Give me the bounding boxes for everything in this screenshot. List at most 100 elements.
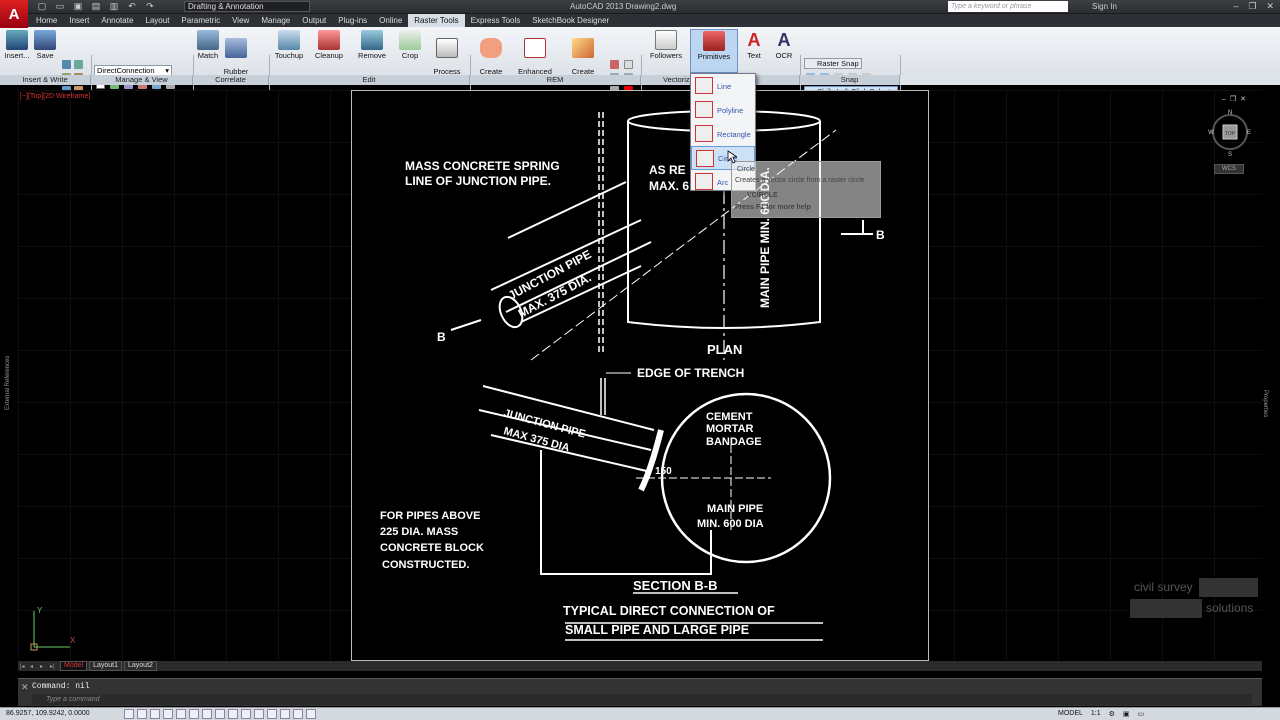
tooltip-help: Press F1 for more help xyxy=(735,204,811,211)
tab-home[interactable]: Home xyxy=(30,14,63,27)
tab-raster-tools[interactable]: Raster Tools xyxy=(408,14,465,27)
save-button[interactable]: Save xyxy=(32,30,58,60)
lock-icon[interactable]: ▣ xyxy=(1123,710,1130,718)
plot-icon[interactable]: ▥ xyxy=(108,1,120,12)
command-input[interactable]: Type a command xyxy=(32,694,1252,705)
tab-view[interactable]: View xyxy=(226,14,255,27)
first-layout-icon[interactable]: |◂ xyxy=(20,663,28,670)
tab-output[interactable]: Output xyxy=(296,14,332,27)
viewcube[interactable]: TOP N S E W xyxy=(1208,108,1252,158)
primitives-icon xyxy=(703,31,725,51)
polar-tracking-icon[interactable] xyxy=(176,709,186,719)
crop-icon xyxy=(399,30,421,50)
primitive-item-line[interactable]: Line xyxy=(691,74,755,98)
panel-snap[interactable]: Snap xyxy=(800,75,900,85)
close-icon[interactable]: ✕ xyxy=(1266,1,1274,12)
panel-insert-write[interactable]: Insert & Write xyxy=(0,75,91,85)
tab-insert[interactable]: Insert xyxy=(63,14,95,27)
panel-edit[interactable]: Edit xyxy=(269,75,470,85)
minimize-icon[interactable]: – xyxy=(1233,1,1238,12)
tab-online[interactable]: Online xyxy=(373,14,408,27)
ocr-button[interactable]: A OCR xyxy=(772,30,796,60)
touchup-label: Touchup xyxy=(274,51,304,60)
tooltip-description: Creates a vector circle from a raster ci… xyxy=(735,177,865,184)
open-icon[interactable]: ▭ xyxy=(54,1,66,12)
grid-display-icon[interactable] xyxy=(150,709,160,719)
primitive-item-polyline[interactable]: Polyline xyxy=(691,98,755,122)
label-pipes-above-3: CONCRETE BLOCK xyxy=(380,542,484,554)
coordinates-readout[interactable]: 86.9257, 109.9242, 0.0000 xyxy=(6,710,90,717)
app-title: AutoCAD 2013 Drawing2.dwg xyxy=(570,2,677,11)
ortho-mode-icon[interactable] xyxy=(163,709,173,719)
rem-copy-icon[interactable] xyxy=(624,60,633,69)
restore-icon[interactable]: ❐ xyxy=(1248,1,1256,12)
quick-properties-icon[interactable] xyxy=(280,709,290,719)
new-icon[interactable]: ▢ xyxy=(36,1,48,12)
save-icon[interactable]: ▣ xyxy=(72,1,84,12)
save-as-icon[interactable]: ▤ xyxy=(90,1,102,12)
annotation-monitor-icon[interactable] xyxy=(306,709,316,719)
dynamic-ucs-icon[interactable] xyxy=(228,709,238,719)
tab-manage[interactable]: Manage xyxy=(255,14,296,27)
snap-mode-icon[interactable] xyxy=(137,709,147,719)
3d-object-snap-icon[interactable] xyxy=(202,709,212,719)
panel-manage-view[interactable]: Manage & View xyxy=(91,75,193,85)
prev-layout-icon[interactable]: ◂ xyxy=(30,663,38,670)
tab-express-tools[interactable]: Express Tools xyxy=(465,14,527,27)
dynamic-input-icon[interactable] xyxy=(241,709,251,719)
panel-correlate[interactable]: Correlate xyxy=(193,75,269,85)
search-input[interactable]: Type a keyword or phrase xyxy=(948,1,1068,12)
properties-palette[interactable]: Properties xyxy=(1262,90,1278,660)
insert-button[interactable]: Insert... xyxy=(4,30,30,60)
workspace-selector[interactable]: Drafting & Annotation xyxy=(184,1,310,12)
clean-screen-icon[interactable]: ▭ xyxy=(1138,710,1145,718)
next-layout-icon[interactable]: ▸ xyxy=(40,663,48,670)
tab-parametric[interactable]: Parametric xyxy=(175,14,226,27)
external-references-palette[interactable]: External References xyxy=(3,90,15,660)
match-button[interactable]: Match xyxy=(196,30,220,60)
viewport-window-controls[interactable]: –❐✕ xyxy=(1222,95,1250,103)
infer-constraints-icon[interactable] xyxy=(124,709,134,719)
followers-button[interactable]: Followers xyxy=(648,30,684,60)
model-space-button[interactable]: MODEL xyxy=(1058,710,1083,718)
layout-tab-model[interactable]: Model xyxy=(60,661,88,671)
sign-in-link[interactable]: Sign In xyxy=(1092,2,1117,11)
touchup-button[interactable]: Touchup xyxy=(272,30,306,60)
primitives-label: Primitives xyxy=(697,52,731,61)
image-edit-icon[interactable] xyxy=(74,60,83,69)
primitives-button[interactable]: Primitives xyxy=(690,29,738,73)
last-layout-icon[interactable]: ▸| xyxy=(50,663,58,670)
tab-layout[interactable]: Layout xyxy=(139,14,175,27)
tab-plug-ins[interactable]: Plug-ins xyxy=(332,14,373,27)
remove-button[interactable]: Remove xyxy=(355,30,389,60)
crop-button[interactable]: Crop xyxy=(396,30,424,60)
tab-sketchbook-designer[interactable]: SketchBook Designer xyxy=(526,14,615,27)
panel-rem[interactable]: REM xyxy=(470,75,641,85)
transparency-toggle-icon[interactable] xyxy=(267,709,277,719)
lineweight-icon[interactable] xyxy=(254,709,264,719)
concrete-block-outline xyxy=(540,450,712,575)
rem-erase-icon[interactable] xyxy=(610,60,619,69)
close-icon[interactable]: ✕ xyxy=(21,682,29,693)
tab-annotate[interactable]: Annotate xyxy=(95,14,139,27)
annotation-scale[interactable]: 1:1 xyxy=(1091,710,1101,718)
polyline-icon xyxy=(695,101,713,118)
image-icon[interactable] xyxy=(62,60,71,69)
application-menu-button[interactable]: A xyxy=(0,0,28,28)
undo-icon[interactable]: ↶ xyxy=(126,1,138,12)
selection-cycling-icon[interactable] xyxy=(293,709,303,719)
object-snap-tracking-icon[interactable] xyxy=(215,709,225,719)
object-snap-icon[interactable] xyxy=(189,709,199,719)
label-caption-2: SMALL PIPE AND LARGE PIPE xyxy=(565,623,749,637)
viewport-controls-label[interactable]: [−][Top][2D Wireframe] xyxy=(20,93,90,100)
text-button[interactable]: A Text xyxy=(742,30,766,60)
workspace-switch-icon[interactable]: ⚙ xyxy=(1109,710,1115,718)
primitive-item-rectangle[interactable]: Rectangle xyxy=(691,122,755,146)
raster-snap-button[interactable]: Raster Snap xyxy=(804,58,862,69)
layout-tab-layout1[interactable]: Layout1 xyxy=(89,661,122,671)
redo-icon[interactable]: ↷ xyxy=(144,1,156,12)
wcs-menu[interactable]: WCS xyxy=(1214,164,1244,174)
cleanup-button[interactable]: Cleanup xyxy=(312,30,346,60)
layout-tab-layout2[interactable]: Layout2 xyxy=(124,661,157,671)
layout-tabs: |◂ ◂ ▸ ▸| Model Layout1 Layout2 xyxy=(18,661,1262,671)
